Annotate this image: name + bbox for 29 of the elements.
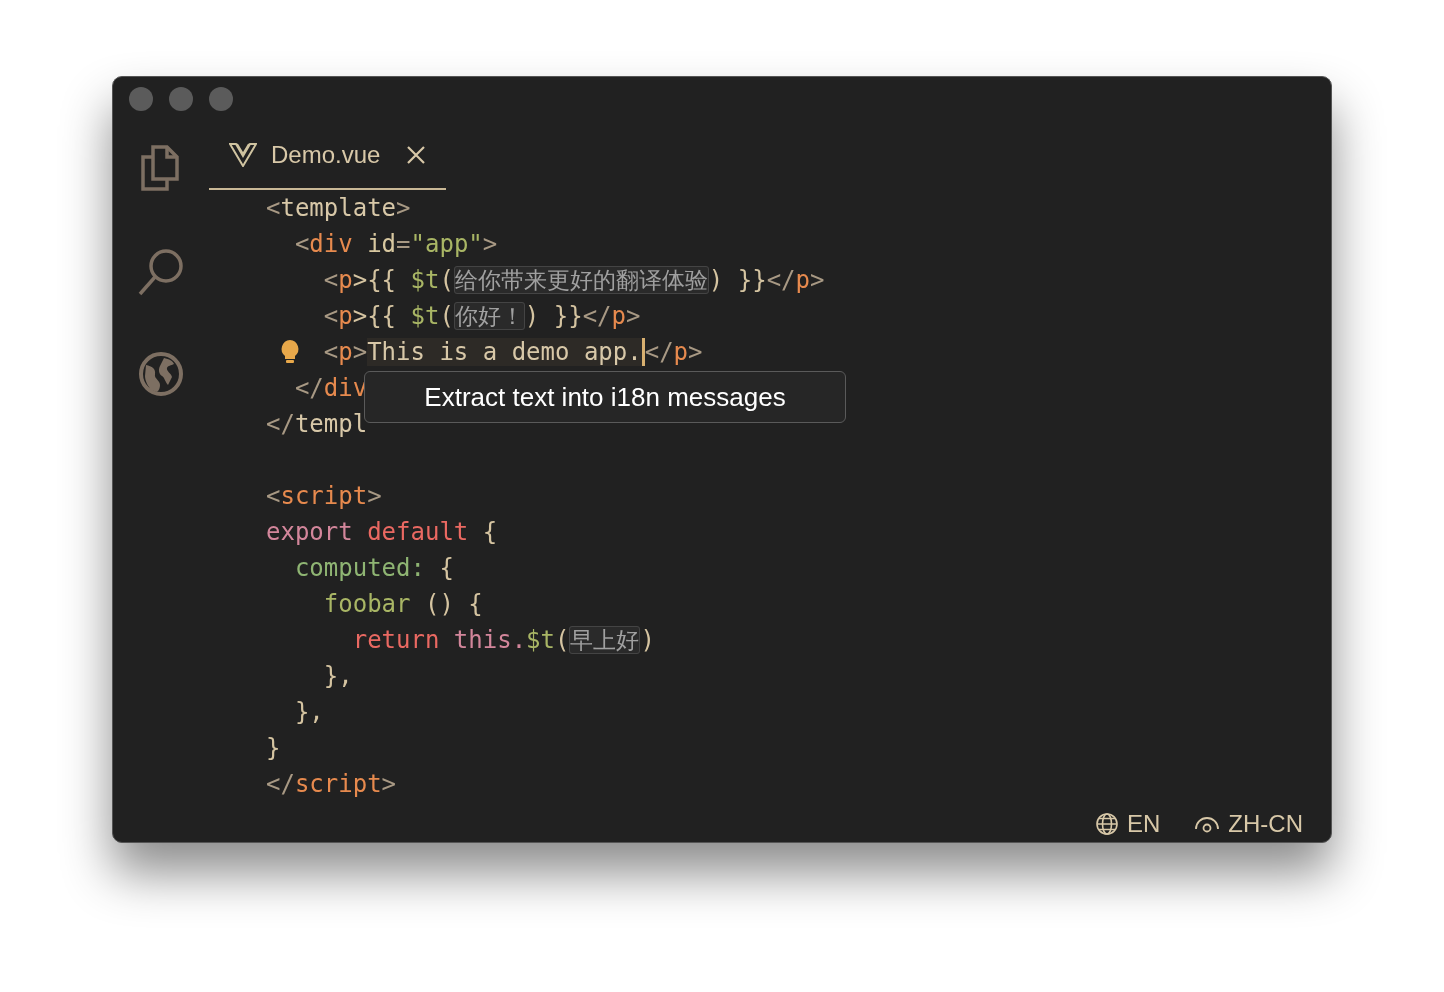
window-control[interactable] xyxy=(169,87,193,111)
globe-icon xyxy=(1095,812,1119,836)
code-line: <div id="app"> xyxy=(294,229,498,260)
code-line: computed: { xyxy=(294,553,454,584)
code-line: return this.$t(早上好) xyxy=(352,625,655,656)
status-item[interactable]: ZH-CN xyxy=(1228,810,1303,838)
eye-icon xyxy=(1194,814,1221,834)
code-line: export default { xyxy=(266,517,498,548)
code-line: } xyxy=(266,733,281,764)
close-icon[interactable] xyxy=(406,144,427,165)
code-line: <p>{{ $t(给你带来更好的翻译体验) }}</p> xyxy=(323,265,825,296)
code-line: <p>This is a demo app.</p> xyxy=(323,337,703,368)
code-line: <p>{{ $t(你好！) }}</p> xyxy=(323,301,641,332)
window-control[interactable] xyxy=(129,87,153,111)
lightbulb-icon[interactable] xyxy=(280,339,300,365)
tab-title: Demo.vue xyxy=(271,140,381,169)
v-logo-icon xyxy=(229,142,257,167)
status-item[interactable]: EN xyxy=(1127,810,1161,838)
globe-icon[interactable] xyxy=(138,351,184,397)
code-line: <template> xyxy=(266,193,411,224)
code-line: </script> xyxy=(266,769,397,800)
tooltip[interactable]: Extract text into i18n messages xyxy=(364,371,846,423)
code-line: }, xyxy=(294,697,324,728)
search-icon[interactable] xyxy=(137,247,185,297)
code-line: <script> xyxy=(266,481,382,512)
code-line: foobar () { xyxy=(323,589,483,620)
code-line: }, xyxy=(323,661,353,692)
editor-tab[interactable]: Demo.vue xyxy=(209,121,447,190)
window-control[interactable] xyxy=(209,87,233,111)
